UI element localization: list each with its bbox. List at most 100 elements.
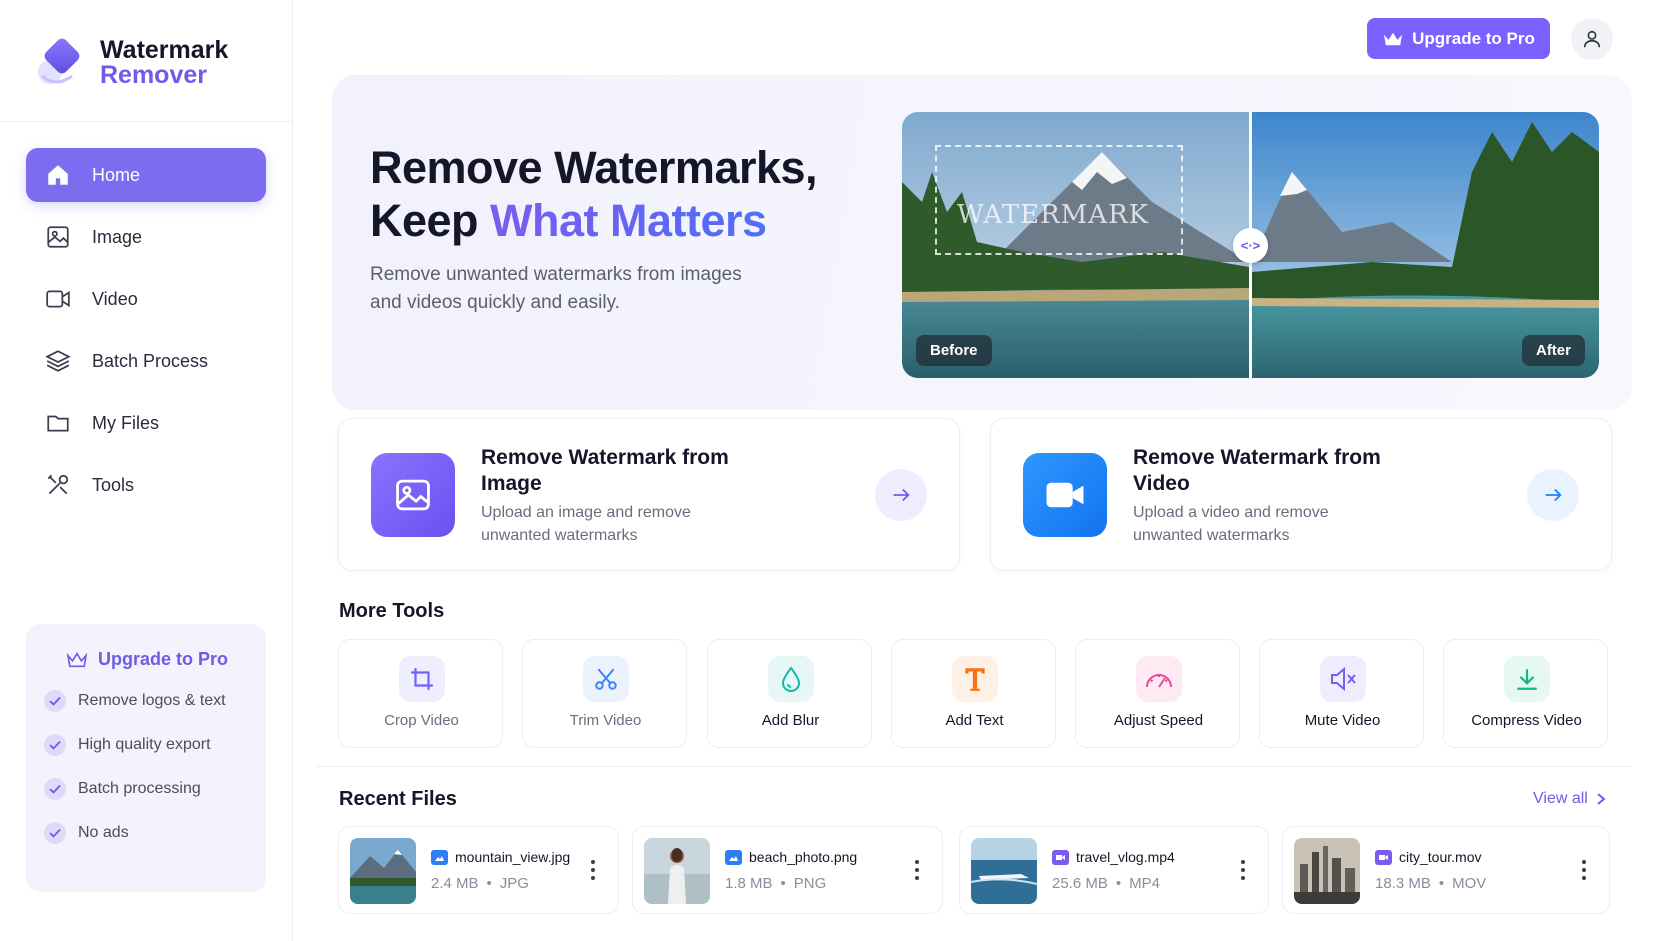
recent-file-card[interactable]: travel_vlog.mp4 25.6 MB • MP4 <box>959 826 1269 914</box>
home-icon <box>44 161 72 189</box>
sidebar-item-video[interactable]: Video <box>26 272 266 326</box>
crown-icon <box>66 651 88 667</box>
view-all-label: View all <box>1533 790 1588 807</box>
video-icon <box>1023 453 1107 537</box>
file-name-text: city_tour.mov <box>1399 849 1482 865</box>
crown-icon <box>1384 32 1403 45</box>
tool-crop-video[interactable]: Crop Video <box>338 639 503 748</box>
tool-label: Add Blur <box>761 712 820 729</box>
image-file-icon <box>725 849 742 865</box>
before-image: WATERMARK Before <box>902 112 1249 378</box>
mute-icon <box>1320 656 1366 702</box>
tool-label: Compress Video <box>1471 712 1582 729</box>
after-label: After <box>1521 335 1585 366</box>
recent-files-title: Recent Files <box>339 788 457 810</box>
drop-icon <box>768 656 814 702</box>
remove-watermark-image-card[interactable]: Remove Watermark from Image Upload an im… <box>338 418 960 571</box>
file-name: beach_photo.png <box>725 849 857 865</box>
file-name: mountain_view.jpg <box>431 849 570 865</box>
upgrade-card-title[interactable]: Upgrade to Pro <box>66 649 228 670</box>
more-options-icon[interactable] <box>1238 857 1248 883</box>
remove-watermark-video-card[interactable]: Remove Watermark from Video Upload a vid… <box>990 418 1612 571</box>
before-after-comparison[interactable]: WATERMARK Before After <·> <box>902 112 1599 378</box>
hero-title: Remove Watermarks, Keep What Matters <box>370 141 818 247</box>
more-options-icon[interactable] <box>588 857 598 883</box>
recent-file-card[interactable]: city_tour.mov 18.3 MB • MOV <box>1282 826 1610 914</box>
tool-compress-video[interactable]: Compress Video <box>1443 639 1608 748</box>
arrow-right-icon[interactable] <box>1527 469 1579 521</box>
image-icon <box>371 453 455 537</box>
video-file-icon <box>1375 849 1392 865</box>
chevron-right-icon <box>1597 793 1606 805</box>
folder-icon <box>44 409 72 437</box>
tool-mute-video[interactable]: Mute Video <box>1259 639 1424 748</box>
download-icon <box>1504 656 1550 702</box>
check-icon <box>44 778 66 800</box>
sidebar-divider <box>0 121 293 122</box>
app-logo[interactable]: Watermark Remover <box>36 38 228 88</box>
speedometer-icon <box>1136 656 1182 702</box>
arrow-right-icon[interactable] <box>875 469 927 521</box>
tool-adjust-speed[interactable]: Adjust Speed <box>1075 639 1240 748</box>
file-type: MP4 <box>1129 875 1160 892</box>
file-name: city_tour.mov <box>1375 849 1481 865</box>
video-file-icon <box>1052 849 1069 865</box>
sidebar-item-label: Video <box>92 288 138 309</box>
more-tools-title: More Tools <box>339 600 445 622</box>
file-meta: 18.3 MB • MOV <box>1375 875 1487 892</box>
tool-trim-video[interactable]: Trim Video <box>522 639 687 748</box>
logo-icon <box>36 38 84 88</box>
feature-label: Remove logos & text <box>78 692 226 709</box>
tool-add-blur[interactable]: Add Blur <box>707 639 872 748</box>
file-name: travel_vlog.mp4 <box>1052 849 1175 865</box>
file-size: 2.4 MB <box>431 875 479 892</box>
file-thumbnail <box>644 838 710 904</box>
tool-label: Trim Video <box>569 712 642 729</box>
tool-label: Add Text <box>945 712 1004 729</box>
after-image: After <box>1252 112 1599 378</box>
view-all-link[interactable]: View all <box>1533 790 1606 808</box>
feature-item: High quality export <box>44 734 211 756</box>
tool-label: Adjust Speed <box>1113 712 1204 729</box>
file-thumbnail <box>1294 838 1360 904</box>
feature-item: Batch processing <box>44 778 201 800</box>
file-meta: 25.6 MB • MP4 <box>1052 875 1160 892</box>
hero-subtitle: Remove unwanted watermarks from images a… <box>370 264 742 313</box>
sidebar-item-batch-process[interactable]: Batch Process <box>26 334 266 388</box>
comparison-slider-handle[interactable]: <·> <box>1233 228 1268 263</box>
upgrade-button-label: Upgrade to Pro <box>1412 28 1535 48</box>
file-size: 1.8 MB <box>725 875 773 892</box>
sidebar-item-image[interactable]: Image <box>26 210 266 264</box>
recent-file-card[interactable]: mountain_view.jpg 2.4 MB • JPG <box>338 826 619 914</box>
sidebar-item-label: Tools <box>92 474 135 495</box>
feature-label: Batch processing <box>78 780 201 797</box>
text-icon <box>952 656 998 702</box>
user-avatar-button[interactable] <box>1571 18 1613 60</box>
sidebar-item-label: My Files <box>92 412 159 433</box>
sidebar: Watermark Remover Home Image Video Batch… <box>0 0 293 941</box>
sidebar-item-my-files[interactable]: My Files <box>26 396 266 450</box>
recent-file-card[interactable]: beach_photo.png 1.8 MB • PNG <box>632 826 943 914</box>
tool-label: Mute Video <box>1304 712 1381 729</box>
sidebar-item-home[interactable]: Home <box>26 148 266 202</box>
file-name-text: beach_photo.png <box>749 849 858 865</box>
file-size: 25.6 MB <box>1052 875 1108 892</box>
sidebar-item-tools[interactable]: Tools <box>26 458 266 512</box>
more-options-icon[interactable] <box>912 857 922 883</box>
video-icon <box>44 285 72 313</box>
hero-title-line1: Remove Watermarks, <box>370 142 818 193</box>
scissors-icon <box>583 656 629 702</box>
file-name-text: mountain_view.jpg <box>455 849 571 865</box>
app-name-line1: Watermark <box>100 36 229 64</box>
hero-banner: Remove Watermarks, Keep What Matters Rem… <box>332 75 1632 410</box>
file-type: PNG <box>793 875 827 892</box>
section-divider <box>317 766 1632 767</box>
image-file-icon <box>431 849 448 865</box>
more-options-icon[interactable] <box>1579 857 1589 883</box>
file-thumbnail <box>971 838 1037 904</box>
before-label: Before <box>916 335 992 366</box>
tool-add-text[interactable]: Add Text <box>891 639 1056 748</box>
upgrade-to-pro-button[interactable]: Upgrade to Pro <box>1367 18 1550 59</box>
upgrade-card-title-text: Upgrade to Pro <box>98 649 229 669</box>
file-type: JPG <box>499 875 529 892</box>
